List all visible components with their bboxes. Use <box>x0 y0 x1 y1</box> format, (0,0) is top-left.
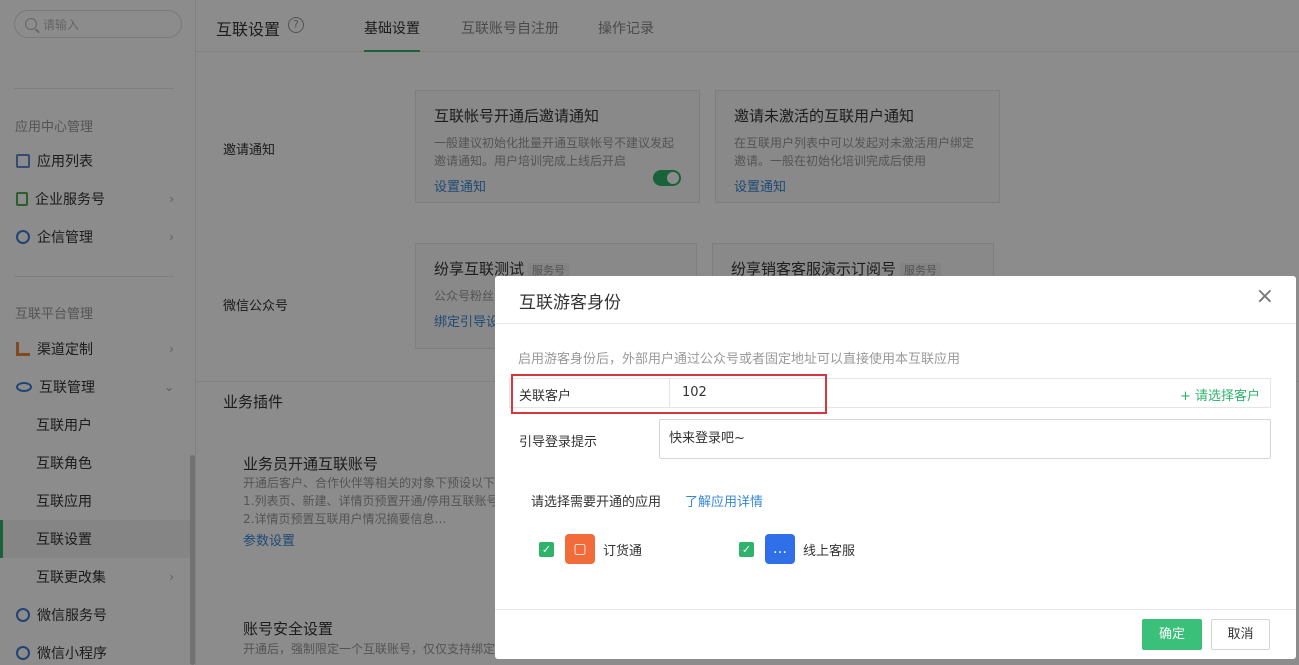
dialog-note: 启用游客身份后，外部用户通过公众号或者固定地址可以直接使用本互联应用 <box>518 352 961 367</box>
select-customer-button[interactable]: + 请选择客户 <box>1180 385 1260 404</box>
app-name: 订货通 <box>603 543 643 559</box>
box-icon: ▢ <box>565 534 595 564</box>
apps-label: 请选择需要开通的应用 <box>531 495 662 510</box>
dialog-title: 互联游客身份 <box>519 293 621 313</box>
app-details-link[interactable]: 了解应用详情 <box>685 491 763 510</box>
app-name: 线上客服 <box>803 543 856 559</box>
divider <box>495 323 1296 324</box>
guest-identity-dialog: 互联游客身份 × 启用游客身份后，外部用户通过公众号或者固定地址可以直接使用本互… <box>495 276 1296 659</box>
checkbox[interactable]: ✓ <box>539 541 554 557</box>
close-icon[interactable]: × <box>1256 286 1274 308</box>
field-label: 引导登录提示 <box>519 435 598 450</box>
checkbox[interactable]: ✓ <box>739 541 754 557</box>
cancel-button[interactable]: 取消 <box>1211 619 1270 650</box>
confirm-button[interactable]: 确定 <box>1142 619 1202 650</box>
divider <box>495 609 1296 610</box>
highlight-box <box>511 374 827 414</box>
login-hint-input[interactable]: 快来登录吧~ <box>659 419 1271 459</box>
app-option-order[interactable]: ✓ ▢ 订货通 <box>539 534 642 564</box>
app-option-service[interactable]: ✓ … 线上客服 <box>739 534 855 564</box>
chat-bubble-icon: … <box>765 534 795 564</box>
